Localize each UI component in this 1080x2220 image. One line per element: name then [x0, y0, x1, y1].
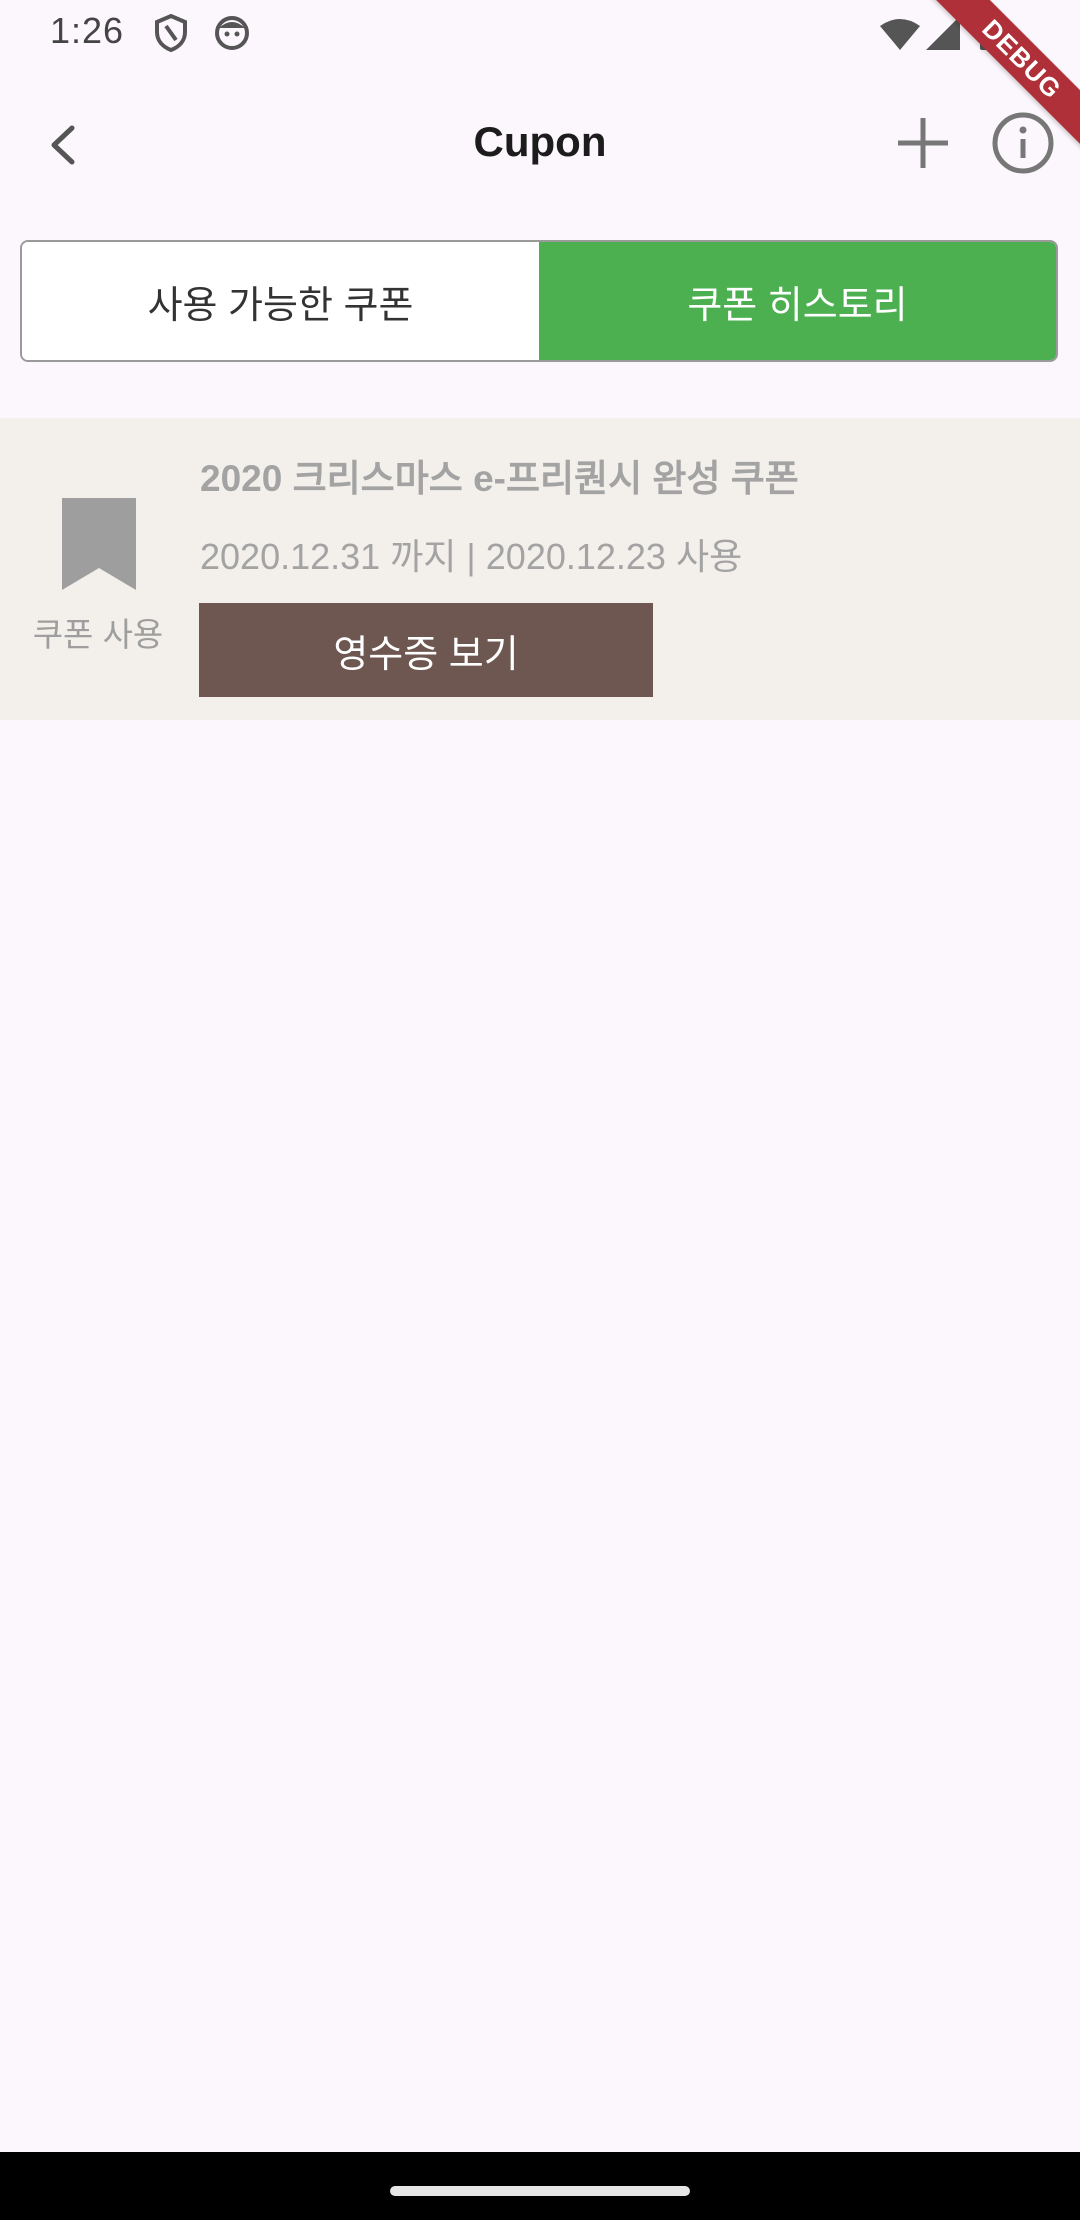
coupon-title: 2020 크리스마스 e-프리퀀시 완성 쿠폰: [200, 458, 799, 499]
home-indicator[interactable]: [390, 2186, 690, 2196]
info-button[interactable]: [990, 110, 1056, 176]
coupon-status-label: 쿠폰 사용: [32, 616, 164, 653]
face-icon: [214, 14, 250, 55]
plus-icon: [898, 118, 948, 168]
info-icon: [992, 112, 1054, 174]
shield-icon: [154, 13, 188, 57]
status-time: 1:26: [50, 10, 125, 51]
status-bar: 1:26 DEBUG: [0, 0, 1080, 165]
add-coupon-button[interactable]: [890, 110, 956, 176]
bookmark-icon: [62, 498, 136, 590]
tab-coupon-history[interactable]: 쿠폰 히스토리: [539, 242, 1056, 360]
coupon-status: 쿠폰 사용: [0, 418, 196, 720]
view-receipt-button[interactable]: 영수증 보기: [199, 603, 653, 697]
coupon-tabs: 사용 가능한 쿠폰 쿠폰 히스토리: [20, 240, 1058, 362]
navigation-bar: [0, 2152, 1080, 2220]
coupon-dates: 2020.12.31 까지 | 2020.12.23 사용: [200, 536, 743, 577]
coupon-item: 쿠폰 사용 2020 크리스마스 e-프리퀀시 완성 쿠폰 2020.12.31…: [0, 418, 1080, 720]
app-bar: Cupon: [0, 80, 1080, 210]
tab-available-coupons[interactable]: 사용 가능한 쿠폰: [22, 242, 539, 360]
